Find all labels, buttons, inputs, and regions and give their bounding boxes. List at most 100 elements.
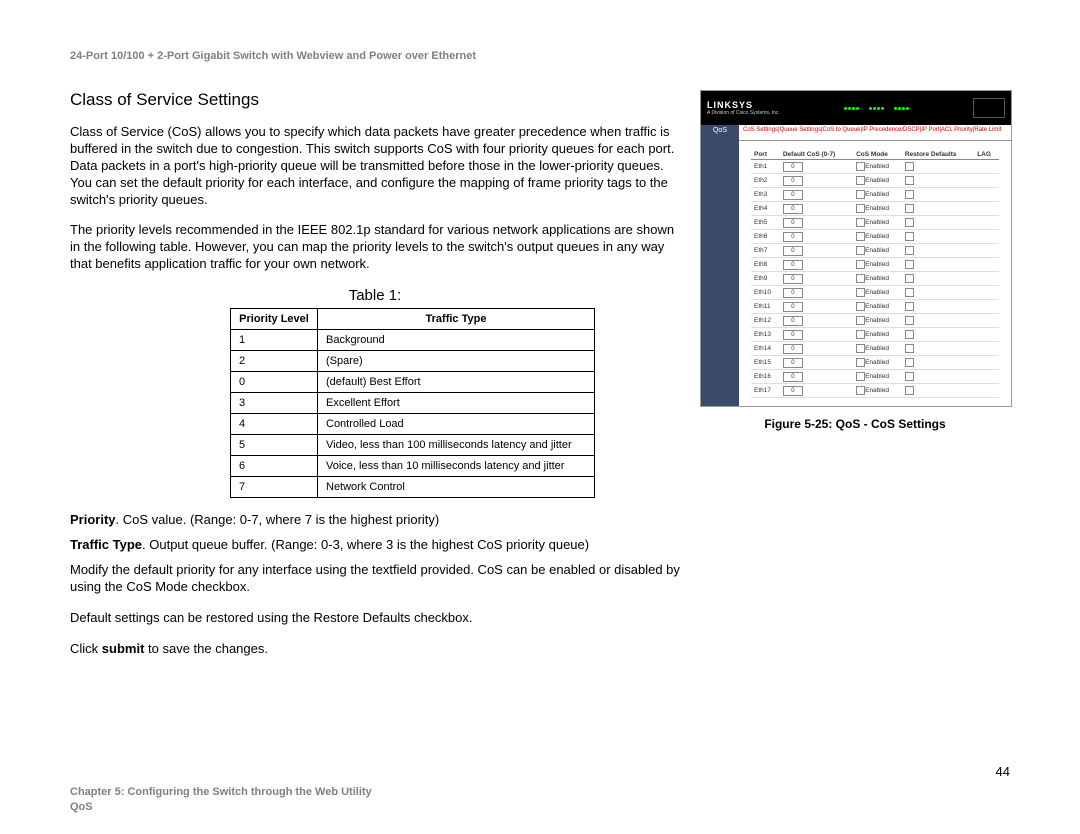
footer-line-2: QoS <box>70 800 372 814</box>
page-header: 24-Port 10/100 + 2-Port Gigabit Switch w… <box>70 50 1010 62</box>
ss-row: Eth80Enabled <box>751 258 999 272</box>
ss-cell-cos: 0 <box>780 370 853 384</box>
ss-cell-mode: Enabled <box>853 272 902 286</box>
cell-traffic-type: Excellent Effort <box>318 393 595 414</box>
screenshot-logo-sub: A Division of Cisco Systems, Inc. <box>707 110 780 116</box>
paragraph-2: The priority levels recommended in the I… <box>70 222 680 273</box>
figure-column: LINKSYS A Division of Cisco Systems, Inc… <box>700 90 1010 672</box>
screenshot-breadcrumb: CoS Settings|Queue Settings|CoS to Queue… <box>739 125 1011 141</box>
ss-th-restore: Restore Defaults <box>902 149 974 160</box>
ss-cell-port: Eth16 <box>751 370 780 384</box>
ss-th-mode: CoS Mode <box>853 149 902 160</box>
ss-cell-lag <box>974 188 999 202</box>
section-title: Class of Service Settings <box>70 90 680 110</box>
ss-th-port: Port <box>751 149 780 160</box>
ss-cell-lag <box>974 384 999 398</box>
cell-priority-level: 0 <box>231 372 318 393</box>
cell-traffic-type: Background <box>318 330 595 351</box>
ss-th-cos: Default CoS (0-7) <box>780 149 853 160</box>
ss-cell-cos: 0 <box>780 188 853 202</box>
priority-table: Priority Level Traffic Type 1Background2… <box>230 308 595 498</box>
ss-cell-lag <box>974 328 999 342</box>
table-row: 7Network Control <box>231 477 595 498</box>
th-priority-level: Priority Level <box>231 309 318 330</box>
ss-row: Eth20Enabled <box>751 174 999 188</box>
cell-priority-level: 7 <box>231 477 318 498</box>
ss-row: Eth90Enabled <box>751 272 999 286</box>
ss-cell-port: Eth13 <box>751 328 780 342</box>
ss-cell-mode: Enabled <box>853 202 902 216</box>
table-row: 5Video, less than 100 milliseconds laten… <box>231 435 595 456</box>
ss-cell-restore <box>902 202 974 216</box>
cell-traffic-type: Voice, less than 10 milliseconds latency… <box>318 456 595 477</box>
ss-row: Eth110Enabled <box>751 300 999 314</box>
ss-th-lag: LAG <box>974 149 999 160</box>
ss-cell-restore <box>902 230 974 244</box>
ss-row: Eth140Enabled <box>751 342 999 356</box>
screenshot-cos-table: Port Default CoS (0-7) CoS Mode Restore … <box>751 149 999 398</box>
para5-pre: Click <box>70 641 102 656</box>
ss-cell-lag <box>974 230 999 244</box>
ss-row: Eth170Enabled <box>751 384 999 398</box>
ss-cell-cos: 0 <box>780 216 853 230</box>
ss-cell-restore <box>902 272 974 286</box>
ss-cell-port: Eth8 <box>751 258 780 272</box>
ss-cell-cos: 0 <box>780 300 853 314</box>
def-traffic-text: . Output queue buffer. (Range: 0-3, wher… <box>142 537 589 552</box>
table-row: 3Excellent Effort <box>231 393 595 414</box>
ss-cell-lag <box>974 370 999 384</box>
def-traffic: Traffic Type. Output queue buffer. (Rang… <box>70 537 680 552</box>
cell-priority-level: 1 <box>231 330 318 351</box>
th-traffic-type: Traffic Type <box>318 309 595 330</box>
ss-cell-port: Eth17 <box>751 384 780 398</box>
ss-cell-mode: Enabled <box>853 174 902 188</box>
ss-cell-port: Eth3 <box>751 188 780 202</box>
ss-cell-port: Eth4 <box>751 202 780 216</box>
ss-cell-mode: Enabled <box>853 300 902 314</box>
page-footer: Chapter 5: Configuring the Switch throug… <box>70 785 372 814</box>
table-row: 1Background <box>231 330 595 351</box>
ss-cell-mode: Enabled <box>853 230 902 244</box>
ss-row: Eth120Enabled <box>751 314 999 328</box>
ss-cell-cos: 0 <box>780 244 853 258</box>
def-priority-label: Priority <box>70 512 116 527</box>
ss-cell-restore <box>902 174 974 188</box>
ss-cell-mode: Enabled <box>853 286 902 300</box>
ss-cell-port: Eth15 <box>751 356 780 370</box>
ss-cell-lag <box>974 272 999 286</box>
ss-cell-port: Eth14 <box>751 342 780 356</box>
ss-row: Eth70Enabled <box>751 244 999 258</box>
cell-traffic-type: Network Control <box>318 477 595 498</box>
paragraph-5: Click submit to save the changes. <box>70 641 680 658</box>
cell-priority-level: 5 <box>231 435 318 456</box>
ss-cell-port: Eth9 <box>751 272 780 286</box>
ss-cell-mode: Enabled <box>853 384 902 398</box>
ss-cell-restore <box>902 160 974 174</box>
paragraph-4: Default settings can be restored using t… <box>70 610 680 627</box>
cell-priority-level: 2 <box>231 351 318 372</box>
table-row: 4Controlled Load <box>231 414 595 435</box>
ss-cell-restore <box>902 314 974 328</box>
cell-priority-level: 6 <box>231 456 318 477</box>
ss-cell-lag <box>974 342 999 356</box>
screenshot-device-image <box>973 98 1005 118</box>
ss-cell-port: Eth11 <box>751 300 780 314</box>
def-priority-text: . CoS value. (Range: 0-7, where 7 is the… <box>116 512 440 527</box>
ss-row: Eth40Enabled <box>751 202 999 216</box>
table-row: 0(default) Best Effort <box>231 372 595 393</box>
ss-cell-port: Eth6 <box>751 230 780 244</box>
para5-post: to save the changes. <box>144 641 268 656</box>
ss-cell-port: Eth12 <box>751 314 780 328</box>
ss-cell-port: Eth10 <box>751 286 780 300</box>
table-row: 2(Spare) <box>231 351 595 372</box>
screenshot-sidebar-tab: QoS <box>701 125 739 141</box>
ss-cell-mode: Enabled <box>853 160 902 174</box>
ss-cell-mode: Enabled <box>853 188 902 202</box>
ss-cell-restore <box>902 244 974 258</box>
ss-cell-mode: Enabled <box>853 258 902 272</box>
ss-cell-lag <box>974 244 999 258</box>
ss-row: Eth150Enabled <box>751 356 999 370</box>
ss-cell-lag <box>974 314 999 328</box>
ss-cell-mode: Enabled <box>853 244 902 258</box>
ss-row: Eth160Enabled <box>751 370 999 384</box>
